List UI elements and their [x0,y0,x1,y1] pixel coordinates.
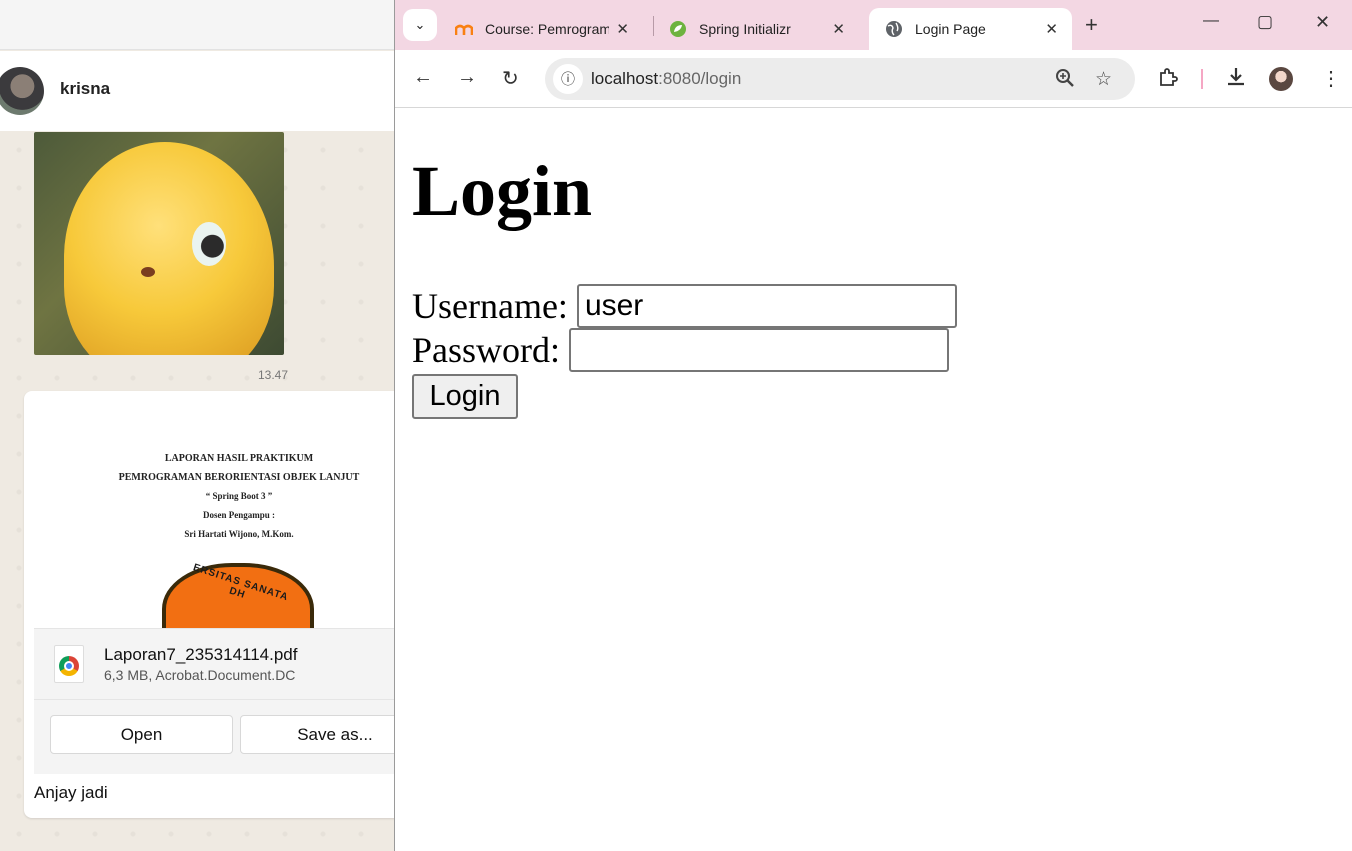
contact-name[interactable]: krisna [60,79,110,99]
url-text[interactable]: localhost:8080/login [591,69,741,89]
tab-title: Login Page [915,21,986,37]
moodle-icon [455,20,473,38]
address-bar[interactable]: ⓘ localhost:8080/login ☆ [545,58,1135,100]
tab-search-chevron-icon[interactable]: ⌄ [403,9,437,41]
document-preview[interactable]: LAPORAN HASIL PRAKTIKUM PEMROGRAMAN BERO… [34,405,394,628]
login-button[interactable]: Login [412,374,518,419]
preview-line: LAPORAN HASIL PRAKTIKUM [164,453,314,464]
close-icon[interactable]: ✕ [832,20,845,38]
sticker-character [64,142,274,355]
back-arrow-icon[interactable]: ← [413,66,433,89]
preview-line: Dosen Pengampu : [202,510,275,520]
zoom-icon[interactable] [1055,68,1075,94]
sticker-image[interactable] [34,132,284,355]
file-meta: 6,3 MB, Acrobat.Document.DC [104,667,296,683]
profile-avatar[interactable] [1269,67,1293,91]
file-name: Laporan7_235314114.pdf [104,645,298,664]
open-button[interactable]: Open [50,715,233,754]
document-actions: Open Save as... [34,700,394,774]
username-row: Username: [412,284,957,328]
download-icon[interactable] [1225,66,1247,94]
extensions-puzzle-icon[interactable] [1157,66,1179,94]
spring-icon [669,20,687,38]
tab-course[interactable]: Course: Pemrogram ✕ [439,8,643,50]
contact-avatar[interactable] [0,67,44,115]
url-host: localhost [591,69,659,88]
username-label: Username: [412,286,568,326]
save-as-button[interactable]: Save as... [240,715,394,754]
url-path: :8080/login [658,69,742,88]
close-icon[interactable]: ✕ [616,20,629,38]
chat-header[interactable]: krisna [0,51,394,131]
preview-line: PEMROGRAMAN BERORIENTASI OBJEK LANJUT [118,472,360,483]
tab-title: Spring Initializr [699,21,791,37]
window-close-icon[interactable]: ✕ [1315,12,1330,33]
password-label: Password: [412,330,561,370]
page-title: Login [412,151,593,231]
globe-icon [885,20,903,38]
bookmark-star-icon[interactable]: ☆ [1095,68,1112,91]
message-caption: Anjay jadi [34,783,108,802]
chat-top-strip [0,0,394,50]
password-row: Password: [412,328,950,372]
username-input[interactable] [576,284,957,328]
chrome-file-icon [54,645,84,683]
minimize-icon[interactable]: — [1203,12,1219,30]
tab-login-page[interactable]: Login Page ✕ [869,8,1072,50]
tab-bar: ⌄ Course: Pemrogram ✕ Spring Initializr … [395,0,1352,50]
message-timestamp: 13.47 [258,368,289,382]
toolbar-separator [1201,69,1203,89]
close-icon[interactable]: ✕ [1045,20,1058,38]
forward-arrow-icon[interactable]: → [457,66,477,89]
login-page: Login Username: Password: Login [395,109,1352,851]
document-file-info[interactable]: Laporan7_235314114.pdf 6,3 MB, Acrobat.D… [34,628,394,700]
new-tab-plus-icon[interactable]: + [1085,12,1098,38]
chat-window: krisna 13.47 LAPORAN HASIL PRAKTIKUM PEM… [0,0,394,851]
browser-window: ⌄ Course: Pemrogram ✕ Spring Initializr … [394,0,1352,851]
reload-icon[interactable]: ↻ [502,66,519,91]
tab-spring[interactable]: Spring Initializr ✕ [653,8,859,50]
sticker-mouth [141,267,155,277]
site-info-icon[interactable]: ⓘ [553,64,583,94]
more-menu-icon[interactable]: ⋮ [1321,66,1341,91]
password-input[interactable] [569,328,950,372]
browser-toolbar: ← → ↻ ⓘ localhost:8080/login ☆ ⋮ [395,50,1352,108]
maximize-icon[interactable]: ▢ [1257,12,1273,32]
document-message: LAPORAN HASIL PRAKTIKUM PEMROGRAMAN BERO… [24,391,394,818]
tab-title: Course: Pemrogram [485,21,609,37]
sticker-eye [192,222,226,266]
preview-line: Sri Hartati Wijono, M.Kom. [184,529,294,539]
preview-line: “ Spring Boot 3 ” [205,491,273,501]
